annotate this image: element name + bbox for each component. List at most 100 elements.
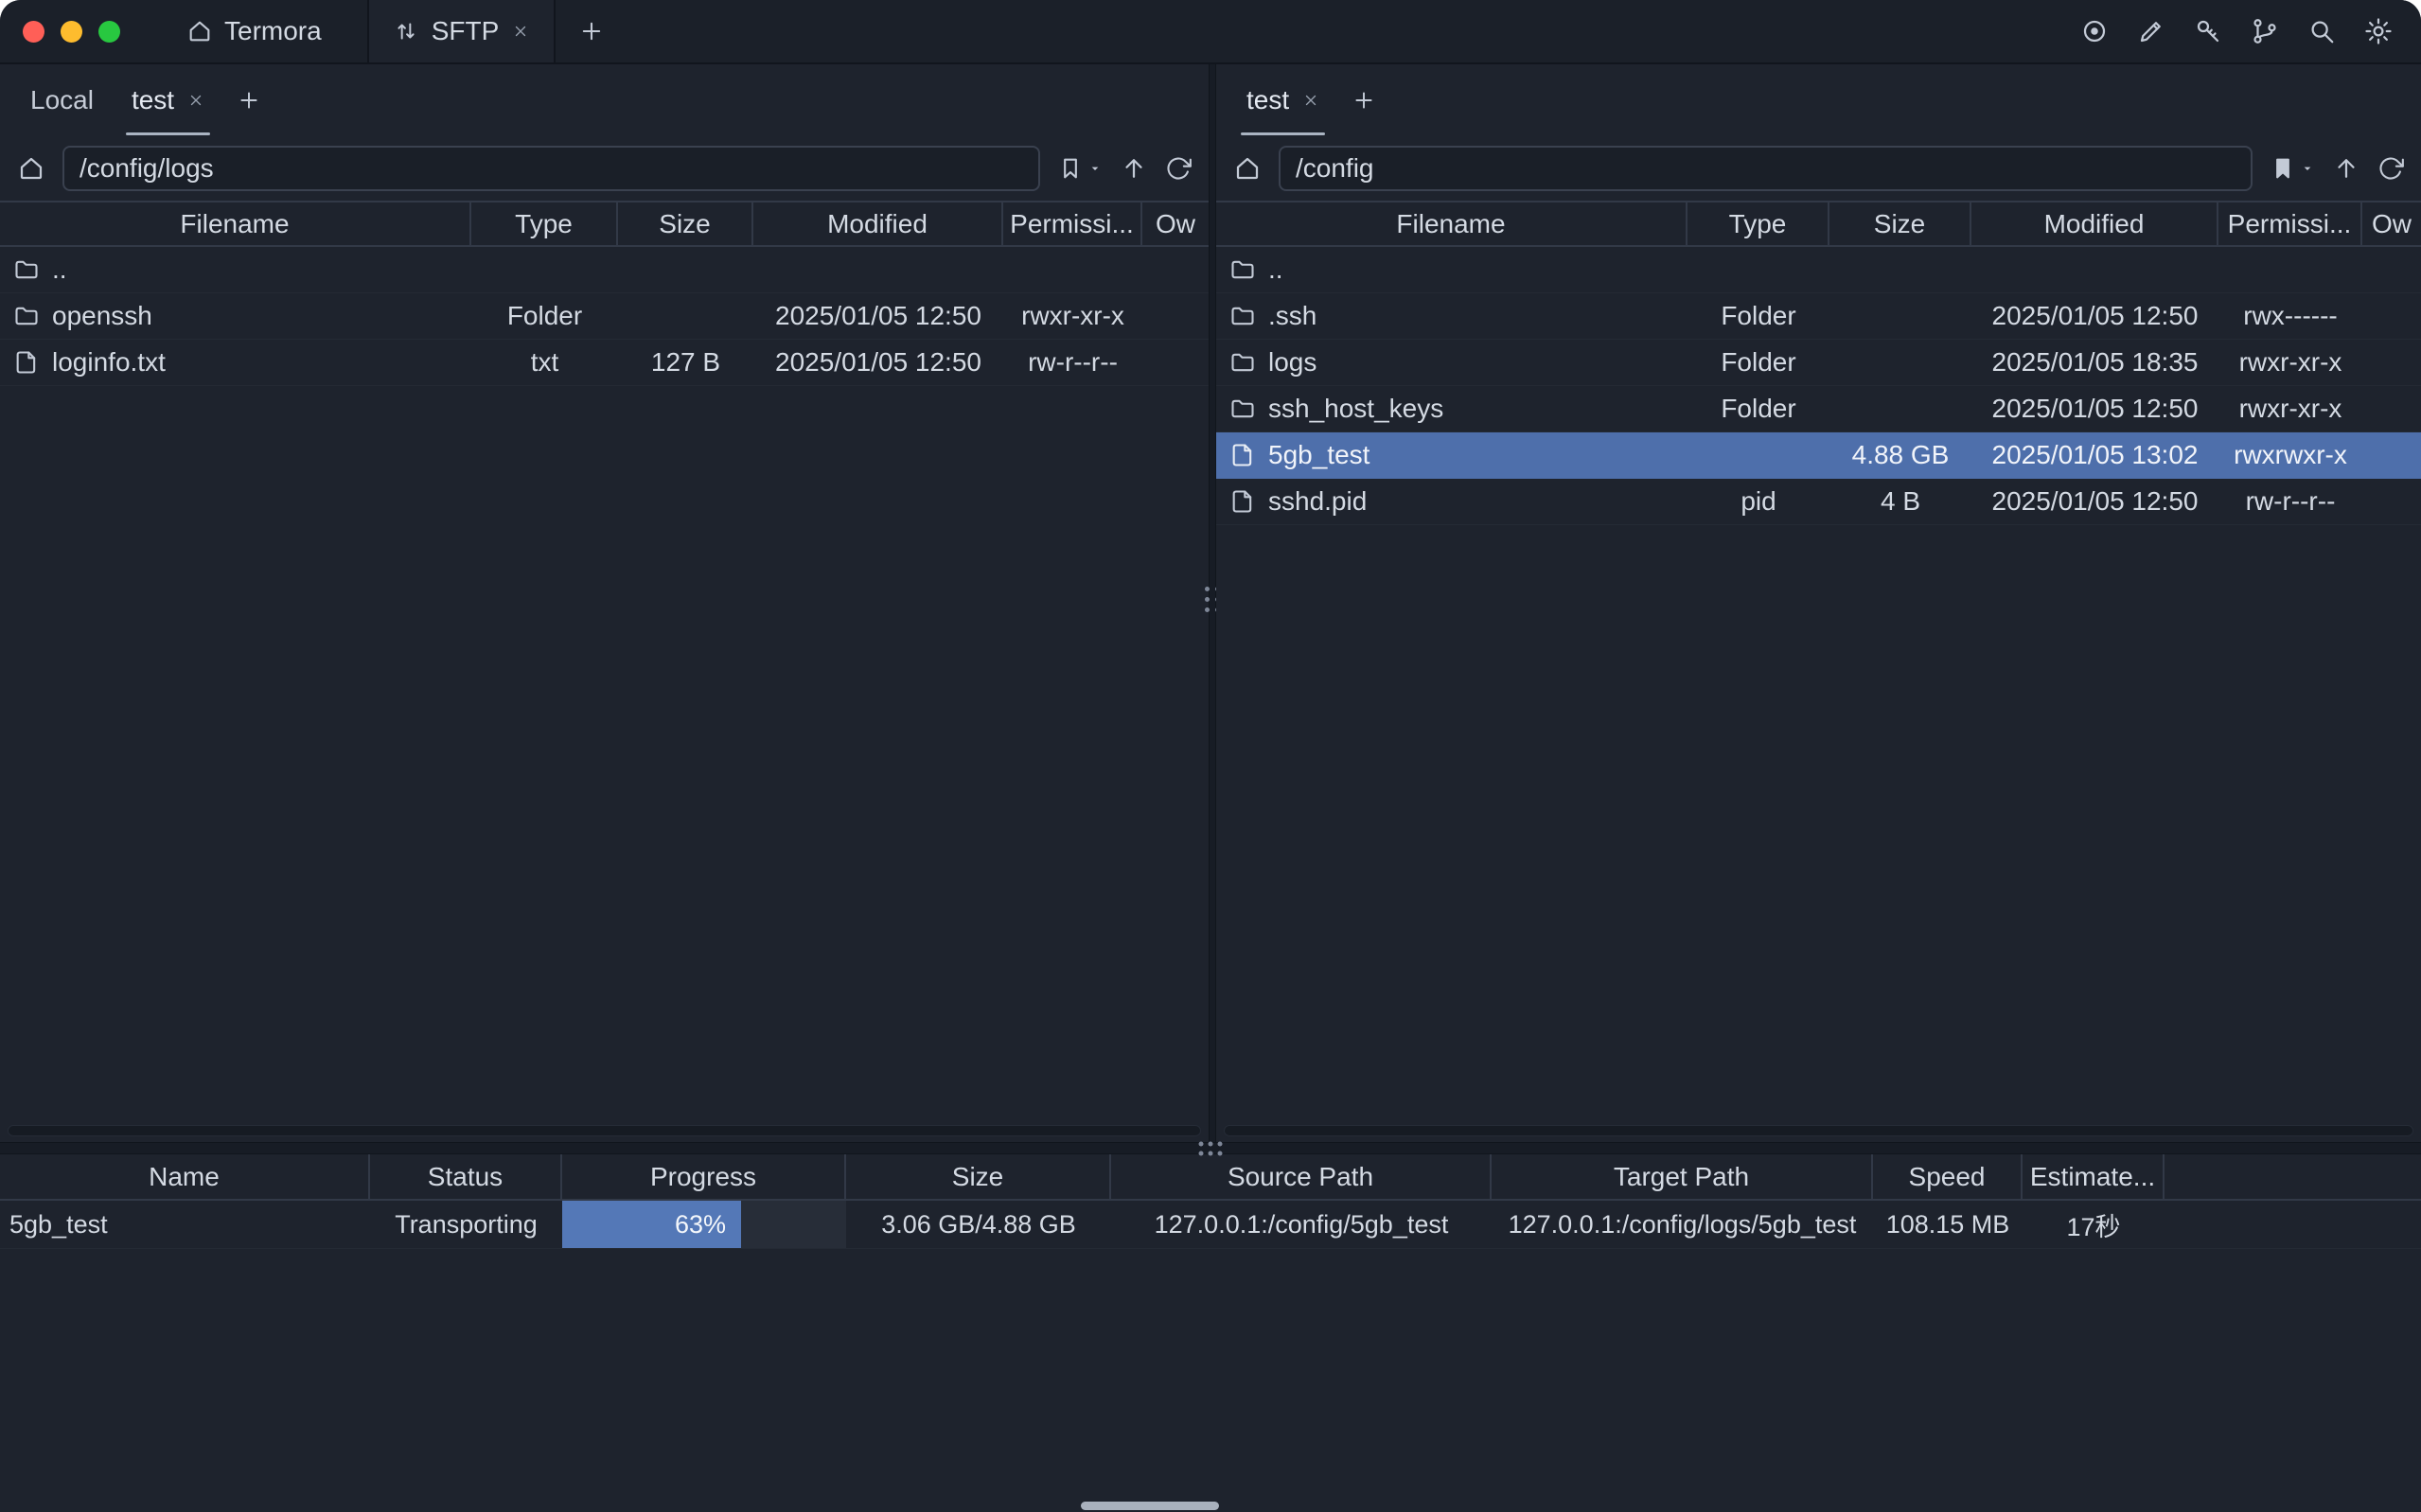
- left-pane-tabstrip: Local test: [0, 64, 1209, 135]
- right-new-tab-button[interactable]: [1352, 88, 1376, 113]
- close-tab-icon[interactable]: [512, 23, 529, 40]
- type-cell: Folder: [1688, 293, 1829, 339]
- column-header-permissions[interactable]: Permissi...: [2218, 202, 2362, 245]
- close-tab-icon[interactable]: [1302, 92, 1319, 109]
- right-up-directory-button[interactable]: [2332, 154, 2360, 183]
- sftp-workspace: Local test: [0, 64, 2421, 1142]
- right-tab-test[interactable]: test: [1228, 64, 1338, 135]
- column-header-type[interactable]: Type: [1688, 202, 1829, 245]
- column-header-modified[interactable]: Modified: [753, 202, 1003, 245]
- column-header-filename[interactable]: Filename: [0, 202, 471, 245]
- size-cell: [618, 247, 753, 292]
- column-header-source-path[interactable]: Source Path: [1111, 1154, 1492, 1199]
- column-header-spacer: [2165, 1154, 2421, 1199]
- close-window-button[interactable]: [23, 21, 44, 43]
- filename: ..: [52, 255, 67, 285]
- column-header-size[interactable]: Size: [846, 1154, 1111, 1199]
- left-up-directory-button[interactable]: [1120, 154, 1148, 183]
- left-tab-local[interactable]: Local: [11, 64, 113, 135]
- permissions-cell: rwxr-xr-x: [2218, 340, 2362, 385]
- left-tab-test[interactable]: test: [113, 64, 223, 135]
- transfer-speed: 108.15 MB: [1873, 1201, 2023, 1248]
- file-row-parent-dir[interactable]: ..: [0, 247, 1209, 293]
- settings-button[interactable]: [2364, 17, 2393, 45]
- bottom-horizontal-scrollbar[interactable]: [1081, 1502, 1219, 1510]
- column-header-speed[interactable]: Speed: [1873, 1154, 2023, 1199]
- column-header-progress[interactable]: Progress: [562, 1154, 846, 1199]
- owner-cell: [1142, 340, 1209, 385]
- size-cell: [618, 293, 753, 339]
- filename: ..: [1268, 255, 1283, 285]
- file-row-loginfo[interactable]: loginfo.txt txt 127 B 2025/01/05 12:50 r…: [0, 340, 1209, 386]
- close-tab-icon[interactable]: [187, 92, 204, 109]
- column-header-filename[interactable]: Filename: [1216, 202, 1688, 245]
- file-row-ssh[interactable]: .ssh Folder 2025/01/05 12:50 rwx------: [1216, 293, 2421, 340]
- pane-splitter-vertical[interactable]: [1209, 64, 1216, 1142]
- transfer-row-5gb-test[interactable]: 5gb_test Transporting 63% 3.06 GB/4.88 G…: [0, 1201, 2421, 1249]
- left-horizontal-scrollbar[interactable]: [8, 1125, 1201, 1136]
- file-row-openssh[interactable]: openssh Folder 2025/01/05 12:50 rwxr-xr-…: [0, 293, 1209, 340]
- modified-cell: 2025/01/05 12:50: [1971, 293, 2218, 339]
- filename: .ssh: [1268, 301, 1317, 331]
- column-header-type[interactable]: Type: [471, 202, 618, 245]
- left-new-tab-button[interactable]: [237, 88, 261, 113]
- column-header-status[interactable]: Status: [370, 1154, 562, 1199]
- owner-cell: [1142, 247, 1209, 292]
- size-cell: 4.88 GB: [1829, 432, 1971, 478]
- arrow-up-icon: [2332, 154, 2360, 183]
- transfer-progress-fill: 63%: [562, 1201, 741, 1248]
- left-home-button[interactable]: [17, 154, 45, 183]
- search-button[interactable]: [2307, 17, 2336, 45]
- record-icon: [2080, 17, 2109, 45]
- permissions-cell: [1003, 247, 1142, 292]
- left-refresh-button[interactable]: [1165, 155, 1192, 182]
- size-cell: [1829, 247, 1971, 292]
- right-bookmark-button[interactable]: [2270, 155, 2315, 182]
- right-horizontal-scrollbar[interactable]: [1224, 1125, 2413, 1136]
- tab-sftp[interactable]: SFTP: [367, 0, 557, 62]
- owner-cell: [2362, 386, 2421, 431]
- column-header-size[interactable]: Size: [618, 202, 753, 245]
- record-button[interactable]: [2080, 17, 2109, 45]
- transfer-panel-splitter[interactable]: [0, 1142, 2421, 1154]
- zoom-window-button[interactable]: [98, 21, 120, 43]
- file-row-logs[interactable]: logs Folder 2025/01/05 18:35 rwxr-xr-x: [1216, 340, 2421, 386]
- branch-button[interactable]: [2251, 17, 2279, 45]
- file-row-5gb-test-selected[interactable]: 5gb_test 4.88 GB 2025/01/05 13:02 rwxrwx…: [1216, 432, 2421, 479]
- type-cell: txt: [471, 340, 618, 385]
- left-tab-local-label: Local: [30, 85, 94, 115]
- edit-button[interactable]: [2137, 17, 2165, 45]
- key-manager-button[interactable]: [2194, 17, 2222, 45]
- column-header-estimate[interactable]: Estimate...: [2023, 1154, 2165, 1199]
- tab-termora[interactable]: Termora: [173, 0, 335, 62]
- minimize-window-button[interactable]: [61, 21, 82, 43]
- search-icon: [2307, 17, 2336, 45]
- new-main-tab-button[interactable]: [578, 18, 605, 44]
- size-cell: [1829, 340, 1971, 385]
- transfer-target-path: 127.0.0.1:/config/logs/5gb_test: [1492, 1201, 1873, 1248]
- column-header-permissions[interactable]: Permissi...: [1003, 202, 1142, 245]
- right-refresh-button[interactable]: [2377, 155, 2404, 182]
- left-path-input[interactable]: [62, 146, 1040, 191]
- right-home-button[interactable]: [1233, 154, 1262, 183]
- folder-icon: [1229, 256, 1256, 283]
- owner-cell: [2362, 340, 2421, 385]
- file-row-parent-dir[interactable]: ..: [1216, 247, 2421, 293]
- column-header-size[interactable]: Size: [1829, 202, 1971, 245]
- transfer-status: Transporting: [370, 1201, 562, 1248]
- right-path-input[interactable]: [1279, 146, 2253, 191]
- column-header-target-path[interactable]: Target Path: [1492, 1154, 1873, 1199]
- modified-cell: 2025/01/05 12:50: [753, 293, 1003, 339]
- type-cell: [1688, 432, 1829, 478]
- file-row-sshd-pid[interactable]: sshd.pid pid 4 B 2025/01/05 12:50 rw-r--…: [1216, 479, 2421, 525]
- left-bookmark-button[interactable]: [1057, 155, 1103, 182]
- column-header-name[interactable]: Name: [0, 1154, 370, 1199]
- column-header-owner[interactable]: Ow: [2362, 202, 2421, 245]
- file-row-ssh-host-keys[interactable]: ssh_host_keys Folder 2025/01/05 12:50 rw…: [1216, 386, 2421, 432]
- column-header-owner[interactable]: Ow: [1142, 202, 1209, 245]
- column-header-modified[interactable]: Modified: [1971, 202, 2218, 245]
- app-window: Termora SFTP Local te: [0, 0, 2421, 1512]
- edit-icon: [2137, 17, 2165, 45]
- tab-sftp-label: SFTP: [432, 16, 500, 46]
- permissions-cell: rw-r--r--: [1003, 340, 1142, 385]
